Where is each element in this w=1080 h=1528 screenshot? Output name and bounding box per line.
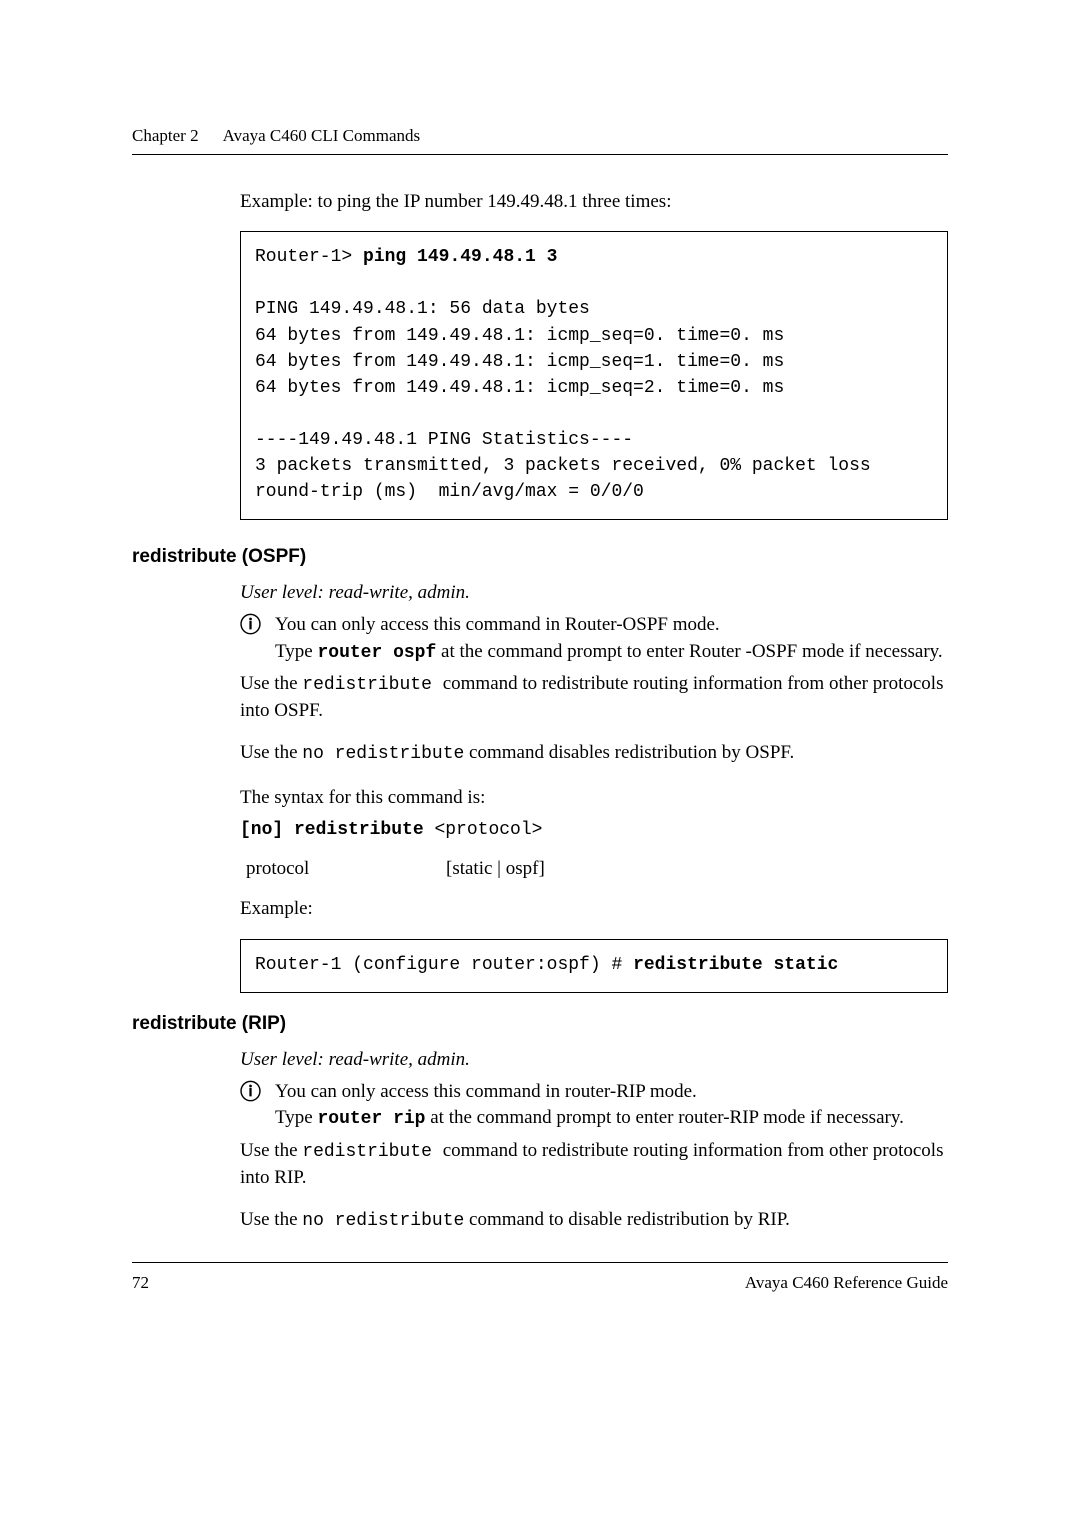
rip-heading: redistribute (RIP) (132, 1013, 948, 1035)
page-number: 72 (132, 1273, 149, 1293)
ospf-userlevel: User level: read-write, admin. (240, 580, 948, 606)
rip-para1: Use the redistribute command to redistri… (240, 1138, 948, 1191)
chapter-title: Avaya C460 CLI Commands (223, 126, 421, 146)
rip-note-line1: You can only access this command in rout… (275, 1081, 697, 1102)
rip-note-post: at the command prompt to enter router-RI… (426, 1107, 904, 1128)
ospf-note-body: You can only access this command in Rout… (275, 612, 948, 665)
rip-userlevel: User level: read-write, admin. (240, 1047, 948, 1073)
syntax-line: [no] redistribute <protocol> (240, 816, 948, 843)
info-icon: ⓘ (240, 612, 261, 638)
info-icon: ⓘ (240, 1079, 261, 1105)
param-name: protocol (246, 858, 446, 880)
ospf-heading: redistribute (OSPF) (132, 546, 948, 568)
rip-note-pre: Type (275, 1107, 317, 1128)
rip-note: ⓘ You can only access this command in ro… (240, 1079, 948, 1132)
param-row: protocol [static | ospf] (246, 858, 948, 880)
code-prompt: Router-1 (configure router:ospf) # (255, 955, 633, 975)
ospf-code-block: Router-1 (configure router:ospf) # redis… (240, 939, 948, 993)
rip-note-cmd: router rip (317, 1109, 425, 1129)
footer-rule (132, 1262, 948, 1263)
ospf-note-line1: You can only access this command in Rout… (275, 614, 720, 635)
rip-para2: Use the no redistribute command to disab… (240, 1207, 948, 1234)
code-body: PING 149.49.48.1: 56 data bytes 64 bytes… (255, 299, 871, 502)
code-command: redistribute static (633, 955, 838, 975)
ospf-note-cmd: router ospf (317, 643, 436, 663)
code-command: ping 149.49.48.1 3 (363, 247, 557, 267)
syntax-lead: The syntax for this command is: (240, 785, 948, 811)
ospf-note-post: at the command prompt to enter Router -O… (436, 641, 942, 662)
chapter-label: Chapter 2 (132, 126, 199, 146)
rip-note-body: You can only access this command in rout… (275, 1079, 948, 1132)
doc-title: Avaya C460 Reference Guide (745, 1273, 948, 1293)
ospf-note: ⓘ You can only access this command in Ro… (240, 612, 948, 665)
param-value: [static | ospf] (446, 858, 545, 880)
ospf-para1: Use the redistribute command to redistri… (240, 671, 948, 724)
ospf-para2: Use the no redistribute command disables… (240, 740, 948, 767)
page-header: Chapter 2 Avaya C460 CLI Commands (132, 126, 948, 146)
ping-code-block: Router-1> ping 149.49.48.1 3 PING 149.49… (240, 231, 948, 520)
example-label: Example: (240, 896, 948, 922)
page-footer: 72 Avaya C460 Reference Guide (132, 1273, 948, 1293)
ospf-note-pre: Type (275, 641, 317, 662)
header-rule (132, 154, 948, 155)
code-prompt: Router-1> (255, 247, 363, 267)
intro-paragraph: Example: to ping the IP number 149.49.48… (240, 189, 948, 215)
